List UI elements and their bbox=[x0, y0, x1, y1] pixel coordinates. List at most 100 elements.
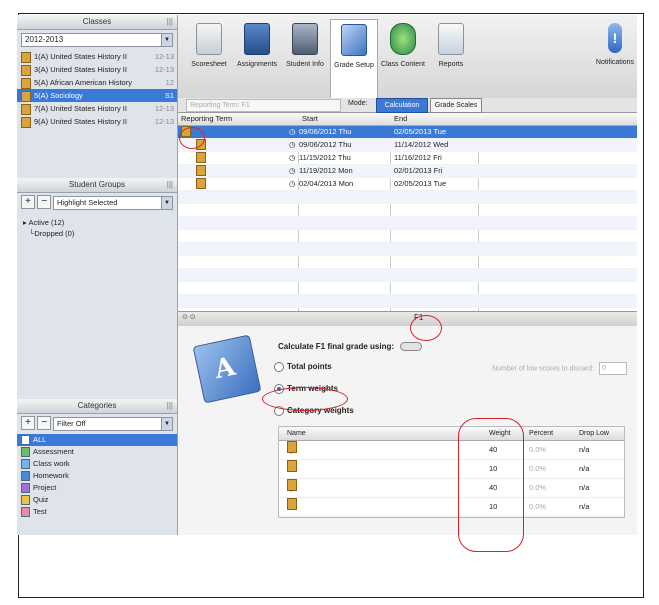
folder-icon bbox=[21, 64, 31, 76]
category-item[interactable]: Assessment bbox=[17, 446, 177, 458]
pane-splitter[interactable]: ⊙ ⊙ F1 bbox=[178, 311, 637, 327]
percent-cell: 0.0% bbox=[529, 502, 547, 511]
table-header: Reporting Term Start End bbox=[178, 113, 637, 126]
category-item[interactable]: Test bbox=[17, 506, 177, 518]
column-header-start[interactable]: Start bbox=[302, 113, 318, 125]
grade-setup-large-icon: A bbox=[192, 334, 262, 404]
chevron-down-icon[interactable]: ▼ bbox=[161, 418, 172, 430]
year-value: 2012-2013 bbox=[25, 35, 64, 44]
reporting-term-select[interactable]: Reporting Term: F1 bbox=[186, 99, 341, 112]
student-groups-header: Student Groups ||| bbox=[17, 178, 177, 193]
folder-icon bbox=[196, 152, 206, 163]
splitter-controls-icon[interactable]: ⊙ ⊙ bbox=[182, 313, 196, 321]
toolbar-class-content[interactable]: Class Content bbox=[380, 23, 426, 68]
column-header-percent[interactable]: Percent bbox=[529, 427, 553, 440]
class-item[interactable]: 9(A) United States History II 12-13 bbox=[17, 115, 177, 128]
groups-filter-value: Highlight Selected bbox=[57, 198, 118, 207]
year-select[interactable]: 2012-2013 ▼ bbox=[21, 33, 173, 47]
folder-icon bbox=[21, 90, 31, 102]
folder-icon bbox=[196, 165, 206, 176]
help-toggle[interactable] bbox=[400, 342, 423, 352]
assignments-icon bbox=[244, 23, 270, 55]
table-row[interactable]: Q1◷09/06/2012 Thu11/14/2012 Wed bbox=[178, 139, 637, 152]
column-header-end[interactable]: End bbox=[394, 113, 407, 125]
add-group-button[interactable]: + bbox=[21, 195, 35, 209]
empty-row bbox=[178, 282, 637, 295]
category-label: Homework bbox=[33, 471, 69, 480]
notifications-icon: ! bbox=[608, 23, 622, 53]
category-item[interactable]: Quiz bbox=[17, 494, 177, 506]
tab-grade-scales[interactable]: Grade Scales bbox=[430, 98, 482, 113]
add-category-button[interactable]: + bbox=[21, 416, 35, 430]
groups-filter-select[interactable]: Highlight Selected ▼ bbox=[53, 196, 173, 210]
name-cell: E2 bbox=[287, 498, 297, 516]
toolbar-reports[interactable]: Reports bbox=[428, 23, 474, 68]
category-item-all[interactable]: ALL bbox=[17, 434, 177, 446]
category-icon bbox=[21, 483, 30, 494]
pane-options-icon[interactable]: ||| bbox=[167, 178, 173, 192]
toolbar-grade-setup[interactable]: Grade Setup bbox=[330, 19, 378, 99]
class-name: 7(A) United States History II bbox=[34, 104, 127, 113]
table-row[interactable]: Q1400.0%n/a bbox=[279, 441, 624, 460]
percent-cell: 0.0% bbox=[529, 483, 547, 492]
class-item-selected[interactable]: 5(A) Sociology S1 bbox=[17, 89, 177, 102]
class-item[interactable]: 1(A) United States History II 12-13 bbox=[17, 50, 177, 63]
toolbar-student-info[interactable]: Student Info bbox=[282, 23, 328, 68]
column-header-drop-low[interactable]: Drop Low bbox=[579, 427, 609, 440]
table-row[interactable]: Q2 ◷11/19/2012 Mon 02/01/2013 Fri bbox=[178, 165, 637, 178]
toolbar-label: Scoresheet bbox=[191, 61, 227, 68]
category-label: Class work bbox=[33, 459, 70, 468]
category-filter-select[interactable]: Filter Off ▼ bbox=[53, 417, 173, 431]
category-icon bbox=[21, 459, 30, 470]
table-row[interactable]: E1 ◷11/15/2012 Thu 11/16/2012 Fri bbox=[178, 152, 637, 165]
tab-calculation[interactable]: Calculation bbox=[376, 98, 428, 113]
table-row[interactable]: F1◷09/06/2012 Thu02/05/2013 Tue bbox=[178, 126, 637, 139]
class-period: S1 bbox=[164, 91, 174, 100]
remove-group-button[interactable]: − bbox=[37, 195, 52, 209]
column-header-name[interactable]: Name bbox=[287, 427, 306, 440]
radio-total-points[interactable]: Total points bbox=[274, 362, 332, 372]
class-name: 9(A) United States History II bbox=[34, 117, 127, 126]
table-row[interactable]: Q2400.0%n/a bbox=[279, 479, 624, 498]
annotation-circle-term-weights bbox=[262, 387, 348, 411]
column-header-term[interactable]: Reporting Term bbox=[181, 113, 232, 125]
percent-cell: 0.0% bbox=[529, 445, 547, 454]
category-item[interactable]: Project bbox=[17, 482, 177, 494]
toolbar-label: Grade Setup bbox=[334, 62, 374, 69]
category-icon bbox=[21, 507, 30, 518]
categories-label: Categories bbox=[77, 401, 117, 410]
classes-header: Classes ||| bbox=[17, 15, 177, 30]
table-header: Name Weight Percent Drop Low bbox=[279, 427, 624, 441]
weights-table: Name Weight Percent Drop Low Q1400.0%n/a… bbox=[278, 426, 625, 518]
tree-item-active[interactable]: ▸ Active (12) bbox=[23, 217, 171, 228]
chevron-down-icon[interactable]: ▼ bbox=[161, 34, 172, 46]
class-item[interactable]: 7(A) United States History II 12-13 bbox=[17, 102, 177, 115]
toolbar-scoresheet[interactable]: Scoresheet bbox=[186, 23, 232, 68]
remove-category-button[interactable]: − bbox=[37, 416, 52, 430]
discard-input[interactable]: 0 bbox=[599, 362, 627, 375]
tree-item-dropped[interactable]: └Dropped (0) bbox=[23, 228, 171, 239]
table-row[interactable]: E1100.0%n/a bbox=[279, 460, 624, 479]
name-cell: Q2 bbox=[287, 479, 297, 497]
category-item[interactable]: Class work bbox=[17, 458, 177, 470]
annotation-circle-f1-row bbox=[179, 127, 205, 149]
category-label: Quiz bbox=[33, 495, 49, 504]
category-label: Assessment bbox=[33, 447, 74, 456]
toolbar-notifications[interactable]: ! Notifications bbox=[595, 23, 635, 66]
table-row[interactable]: E2 ◷02/04/2013 Mon 02/05/2013 Tue bbox=[178, 178, 637, 191]
class-item[interactable]: 3(A) United States History II 12-13 bbox=[17, 63, 177, 76]
empty-row bbox=[178, 243, 637, 256]
category-icon bbox=[21, 435, 30, 446]
chevron-down-icon[interactable]: ▼ bbox=[161, 197, 172, 209]
category-item[interactable]: Homework bbox=[17, 470, 177, 482]
empty-row bbox=[178, 295, 637, 308]
clock-icon: ◷ bbox=[289, 179, 296, 188]
table-row[interactable]: E2100.0%n/a bbox=[279, 498, 624, 517]
pane-options-icon[interactable]: ||| bbox=[167, 15, 173, 29]
folder-icon bbox=[196, 178, 206, 189]
pane-options-icon[interactable]: ||| bbox=[167, 399, 173, 413]
toolbar-assignments[interactable]: Assignments bbox=[234, 23, 280, 68]
categories-toolbar: + − Filter Off ▼ bbox=[21, 416, 173, 432]
toolbar-label: Student Info bbox=[286, 61, 324, 68]
class-item[interactable]: 5(A) African American History 12 bbox=[17, 76, 177, 89]
